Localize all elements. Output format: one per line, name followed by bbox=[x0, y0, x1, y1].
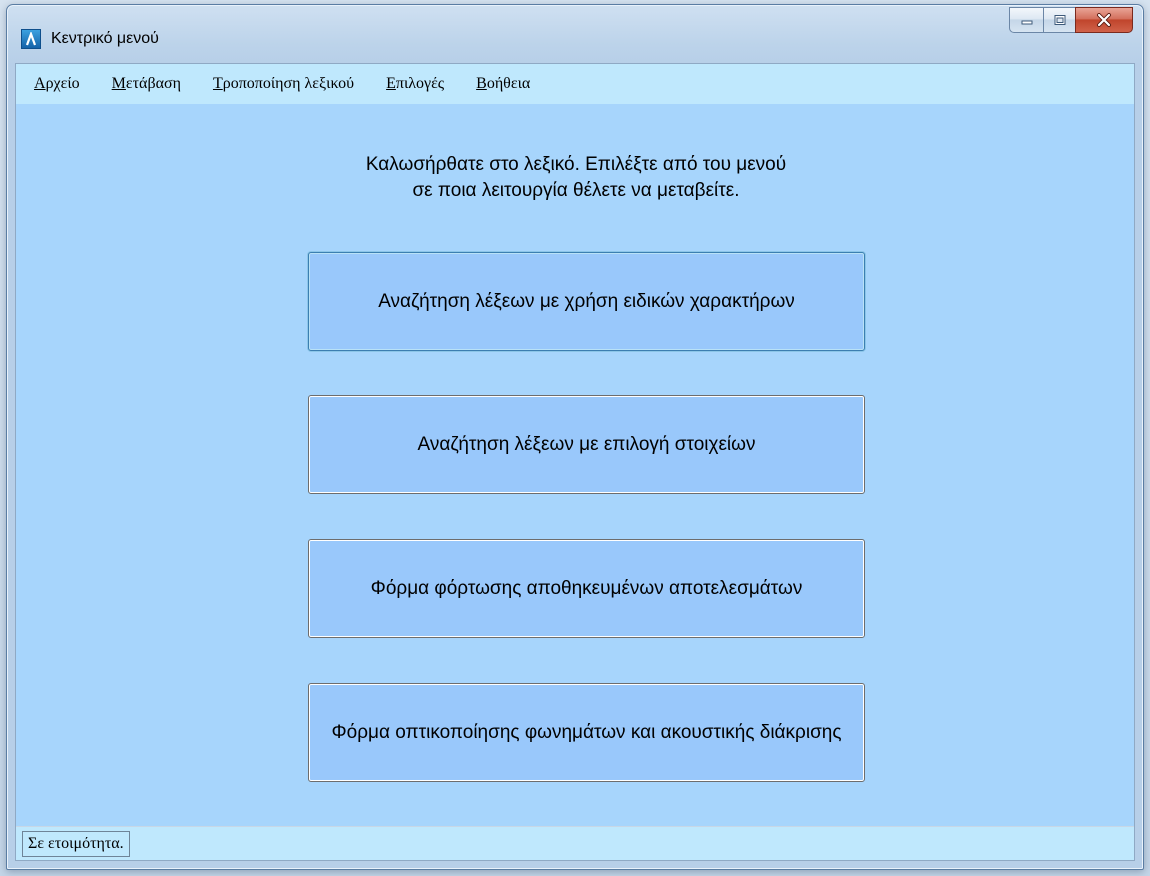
welcome-message: Καλωσήρθατε στο λεξικό. Επιλέξτε από του… bbox=[16, 152, 1136, 204]
title-bar[interactable]: Κεντρικό μενού bbox=[7, 5, 1143, 63]
status-bar: Σε ετοιμότητα. bbox=[16, 826, 1134, 860]
minimize-button[interactable] bbox=[1009, 7, 1043, 33]
client-area: Αρχείο Μετάβαση Τροποποίηση λεξικού Επιλ… bbox=[15, 63, 1135, 861]
status-text: Σε ετοιμότητα. bbox=[22, 831, 130, 857]
minimize-icon bbox=[1021, 20, 1032, 25]
menu-file[interactable]: Αρχείο bbox=[34, 75, 80, 93]
caption-buttons bbox=[1009, 7, 1133, 35]
menu-navigate[interactable]: Μετάβαση bbox=[112, 75, 181, 93]
window-title: Κεντρικό μενού bbox=[51, 30, 159, 47]
menu-bar: Αρχείο Μετάβαση Τροποποίηση λεξικού Επιλ… bbox=[16, 64, 1134, 104]
menu-help[interactable]: Βοήθεια bbox=[476, 75, 530, 93]
special-characters-search-button[interactable]: Αναζήτηση λέξεων με χρήση ειδικών χαρακτ… bbox=[308, 252, 865, 351]
close-icon bbox=[1097, 13, 1111, 27]
menu-edit-dictionary[interactable]: Τροποποίηση λεξικού bbox=[213, 75, 354, 93]
main-window: Κεντρικό μενού Αρχείο Μετάβαση Τροποποίη… bbox=[6, 4, 1144, 870]
maximize-icon bbox=[1054, 15, 1065, 25]
close-button[interactable] bbox=[1075, 7, 1133, 33]
welcome-line-1: Καλωσήρθατε στο λεξικό. Επιλέξτε από του… bbox=[365, 154, 787, 175]
maximize-button[interactable] bbox=[1043, 7, 1075, 33]
welcome-line-2: σε ποια λειτουργία θέλετε να μεταβείτε. bbox=[412, 180, 740, 201]
lambda-app-icon bbox=[21, 29, 41, 49]
load-saved-results-button[interactable]: Φόρμα φόρτωσης αποθηκευμένων αποτελεσμάτ… bbox=[308, 539, 865, 638]
menu-options[interactable]: Επιλογές bbox=[386, 75, 444, 93]
phoneme-visualization-button[interactable]: Φόρμα οπτικοποίησης φωνημάτων και ακουστ… bbox=[308, 683, 865, 782]
element-selection-search-button[interactable]: Αναζήτηση λέξεων με επιλογή στοιχείων bbox=[308, 395, 865, 494]
